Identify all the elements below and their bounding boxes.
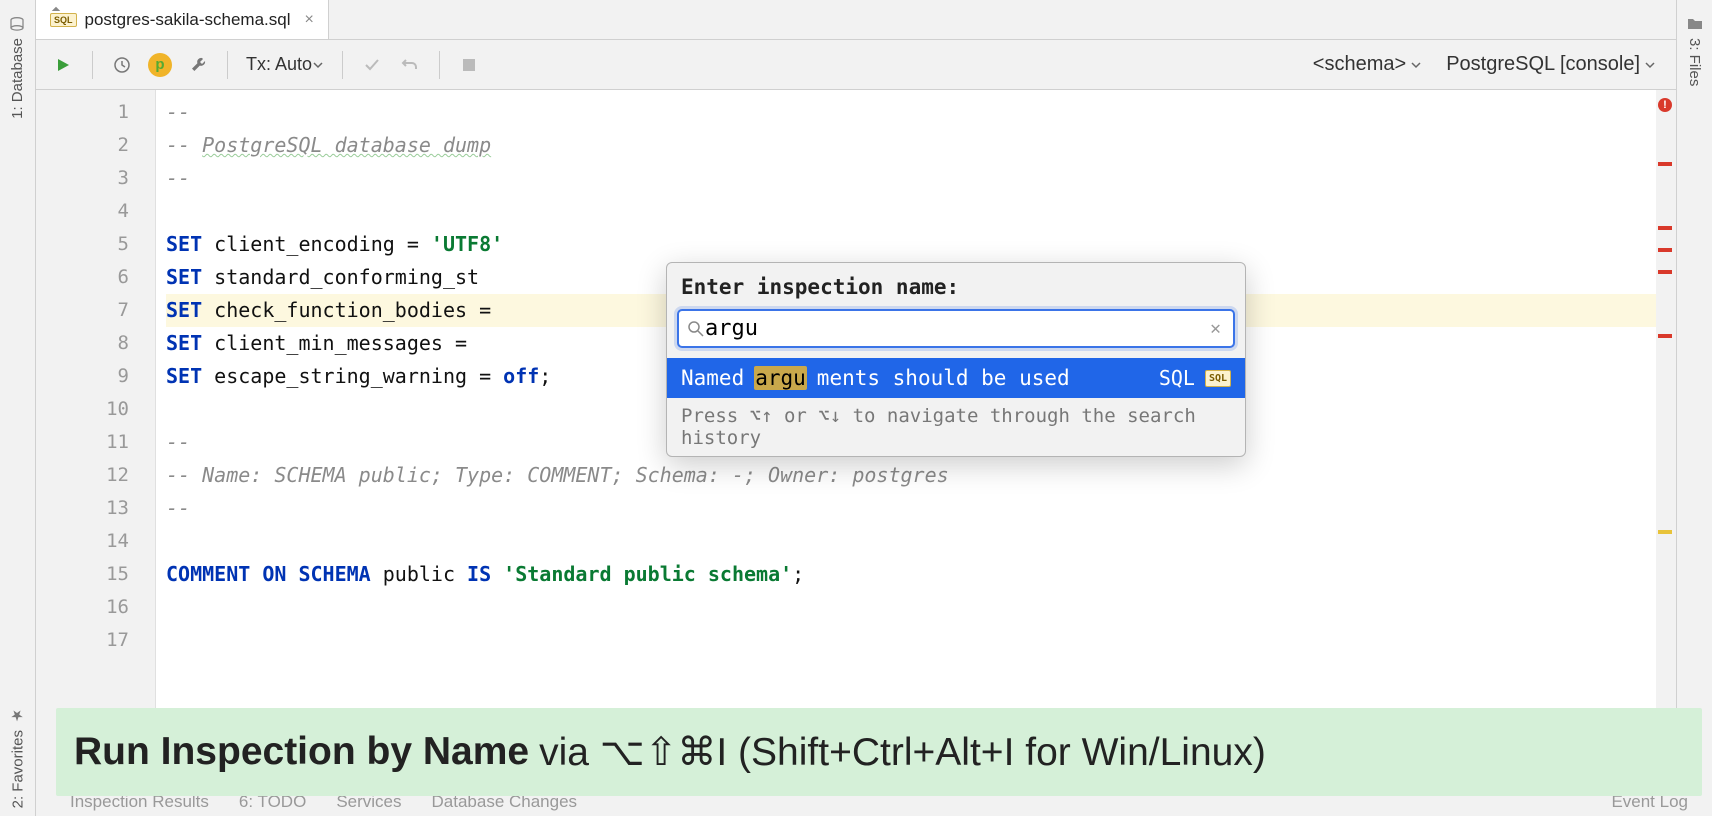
commit-button[interactable] bbox=[357, 50, 387, 80]
chevron-down-icon bbox=[312, 59, 324, 71]
tip-banner: Run Inspection by Name via ⌥⇧⌘I (Shift+C… bbox=[56, 708, 1702, 796]
tool-favorites[interactable]: 2: Favorites ★ bbox=[9, 698, 27, 816]
inspection-search-field[interactable]: ✕ bbox=[677, 309, 1235, 348]
inspection-result-item[interactable]: Named arguments should be used SQL SQL bbox=[667, 358, 1245, 398]
tool-database[interactable]: 1: Database bbox=[9, 8, 26, 127]
play-icon bbox=[55, 57, 71, 73]
schema-dropdown[interactable]: <schema> bbox=[1305, 53, 1430, 76]
folder-icon bbox=[1687, 16, 1703, 32]
error-mark[interactable] bbox=[1658, 248, 1672, 252]
popup-hint: Press ⌥↑ or ⌥↓ to navigate through the s… bbox=[667, 398, 1245, 456]
clear-input-icon[interactable]: ✕ bbox=[1206, 318, 1225, 339]
tool-files-label: 3: Files bbox=[1686, 38, 1703, 86]
history-button[interactable] bbox=[107, 50, 137, 80]
result-lang-label: SQL bbox=[1159, 366, 1195, 390]
error-indicator-icon[interactable]: ! bbox=[1658, 98, 1672, 112]
chevron-down-icon bbox=[1644, 59, 1656, 71]
stop-button[interactable] bbox=[454, 50, 484, 80]
tx-mode-dropdown[interactable]: Tx: Auto bbox=[242, 54, 328, 75]
left-tool-rail: 1: Database 2: Favorites ★ bbox=[0, 0, 36, 816]
p-icon: p bbox=[148, 53, 172, 77]
console-dropdown[interactable]: PostgreSQL [console] bbox=[1438, 53, 1664, 76]
error-mark[interactable] bbox=[1658, 334, 1672, 338]
settings-button[interactable] bbox=[183, 50, 213, 80]
tool-favorites-label: 2: Favorites bbox=[9, 730, 26, 808]
rollback-button[interactable] bbox=[395, 50, 425, 80]
check-icon bbox=[363, 56, 381, 74]
warning-mark[interactable] bbox=[1658, 530, 1672, 534]
tab-bar: SQL postgres-sakila-schema.sql × bbox=[36, 0, 1676, 40]
database-icon bbox=[10, 16, 26, 32]
tip-rest: via ⌥⇧⌘I (Shift+Ctrl+Alt+I for Win/Linux… bbox=[539, 730, 1266, 775]
tool-database-label: 1: Database bbox=[9, 38, 26, 119]
star-icon: ★ bbox=[9, 706, 27, 724]
run-button[interactable] bbox=[48, 50, 78, 80]
clock-icon bbox=[113, 56, 131, 74]
error-mark[interactable] bbox=[1658, 226, 1672, 230]
sql-icon: SQL bbox=[1205, 370, 1231, 387]
inspection-popup: Enter inspection name: ✕ Named arguments… bbox=[666, 262, 1246, 457]
error-mark[interactable] bbox=[1658, 162, 1672, 166]
inspection-search-input[interactable] bbox=[705, 316, 1206, 341]
tool-files[interactable]: 3: Files bbox=[1686, 8, 1703, 94]
toolbar: p Tx: Auto <schema> bbox=[36, 40, 1676, 90]
stop-icon bbox=[462, 58, 476, 72]
search-icon bbox=[687, 320, 705, 338]
sql-file-icon: SQL bbox=[50, 13, 77, 27]
popup-title: Enter inspection name: bbox=[667, 263, 1245, 309]
wrench-icon bbox=[189, 56, 207, 74]
error-mark[interactable] bbox=[1658, 270, 1672, 274]
editor-tab[interactable]: SQL postgres-sakila-schema.sql × bbox=[36, 0, 329, 39]
tab-filename: postgres-sakila-schema.sql bbox=[85, 10, 291, 30]
tip-strong: Run Inspection by Name bbox=[74, 730, 529, 774]
chevron-down-icon bbox=[1410, 59, 1422, 71]
right-tool-rail: 3: Files 7: Structure bbox=[1676, 0, 1712, 816]
p-button[interactable]: p bbox=[145, 50, 175, 80]
schema-label: <schema> bbox=[1313, 53, 1406, 76]
console-label: PostgreSQL [console] bbox=[1446, 53, 1640, 76]
close-tab-icon[interactable]: × bbox=[304, 11, 313, 29]
tx-label: Tx: Auto bbox=[246, 54, 312, 75]
undo-icon bbox=[401, 56, 419, 74]
